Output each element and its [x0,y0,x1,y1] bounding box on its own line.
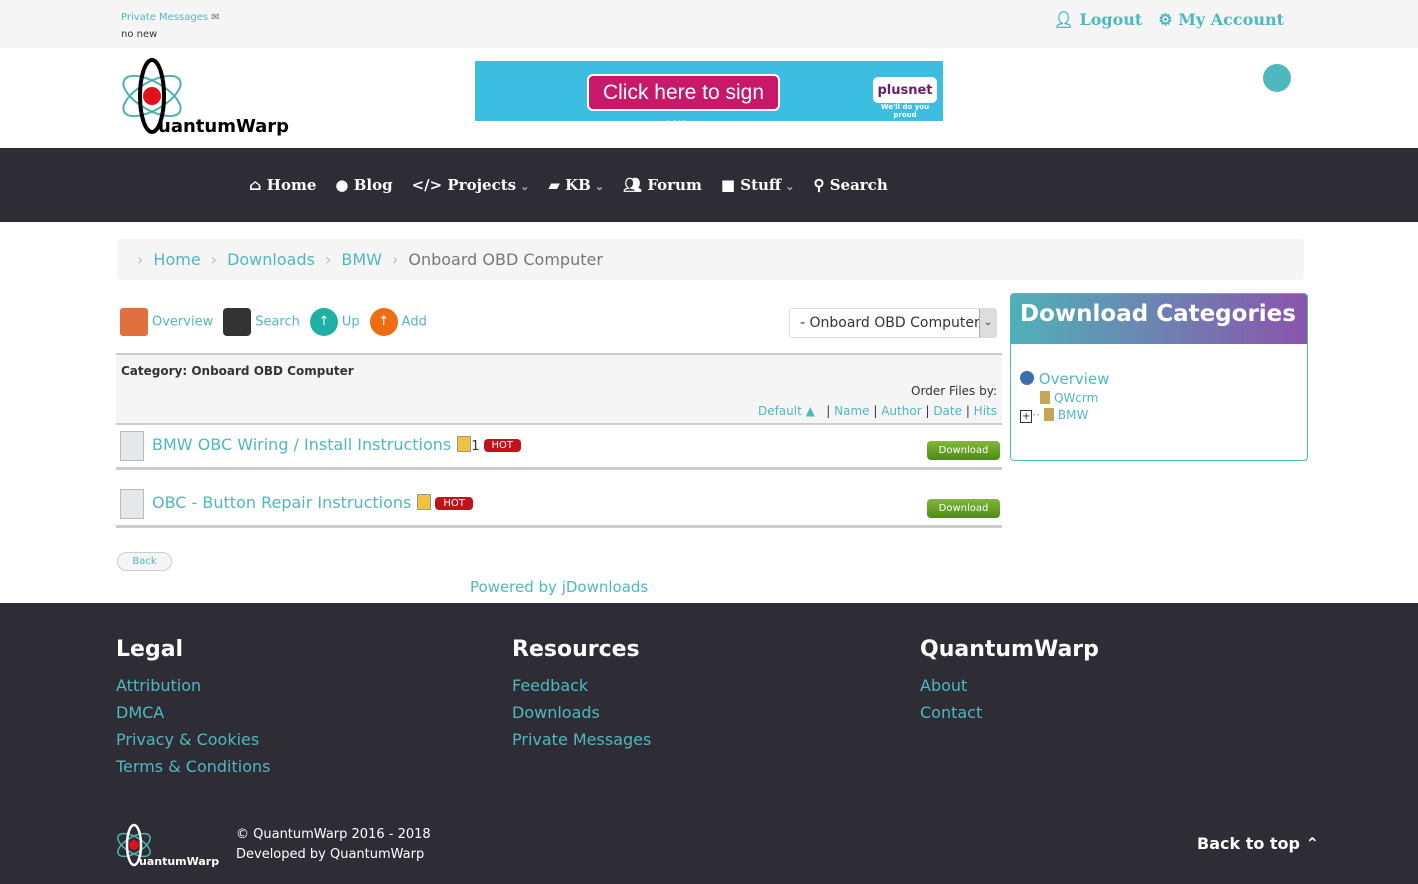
footer-link[interactable]: Private Messages [512,730,651,749]
book-icon: ▰ [548,176,560,194]
download-toolbar: Overview Search ↑ Up ↑ Add [120,308,427,336]
signup-button[interactable]: Click here to sign up › [587,74,780,137]
users-icon: 👥︎ [623,176,643,194]
home-icon: ⌂ [249,176,262,194]
file-link[interactable]: OBC - Button Repair Instructions [152,493,411,512]
download-button[interactable]: Download [927,441,1000,460]
envelope-icon: ✉ [211,12,220,23]
developed-by: Developed by QuantumWarp [236,847,425,862]
category-header: Category: Onboard OBD Computer Order Fil… [116,353,1002,425]
back-button[interactable]: Back [117,552,172,571]
nav-forum[interactable]: 👥︎ Forum [623,176,702,194]
file-row: OBC - Button Repair Instructions HOT Down… [116,483,1002,528]
file-link[interactable]: BMW OBC Wiring / Install Instructions [152,435,451,454]
nav-stuff[interactable]: ■ Stuff ⌄ [721,176,795,194]
code-icon: </> [411,176,443,194]
top-bar: Private Messages ✉ no new 👤︎ Logout ⚙ My… [0,0,1418,48]
sort-options: Default ▲ | Name | Author | Date | Hits [757,404,997,418]
binoculars-icon [223,308,252,336]
up-arrow-icon: ↑ [309,308,338,336]
expand-icon[interactable]: + [1020,410,1033,423]
panel-title: Download Categories [1011,294,1307,344]
chevron-down-icon: ⌄ [785,180,795,193]
chevron-down-icon: ⌄ [594,180,605,193]
footer-logo: uantumWarp [115,823,225,869]
breadcrumb-home[interactable]: Home [153,250,200,269]
footer-link[interactable]: Contact [920,703,982,722]
add-button[interactable]: ↑ Add [369,308,427,336]
chevron-right-icon: › [137,250,144,269]
hot-badge: HOT [435,497,473,510]
comment-icon: ● [335,176,349,194]
file-row: BMW OBC Wiring / Install Instructions 1 HO… [116,425,1002,470]
chevron-up-icon: ⌃ [1305,834,1319,853]
search-icon: ⚲ [813,176,825,194]
gear-icon: ⚙ [1158,10,1173,29]
footer-link[interactable]: Downloads [512,703,600,722]
site-logo[interactable]: uantumWarp [118,58,308,138]
folder-icon [1040,391,1050,404]
footer-link[interactable]: DMCA [116,703,164,722]
download-button[interactable]: Download [927,499,1000,518]
up-button[interactable]: ↑ Up [309,308,360,336]
sort-hits[interactable]: Hits [974,404,997,418]
footer-link[interactable]: Terms & Conditions [116,757,270,776]
download-categories-panel: Download Categories Overview QWcrm + ·· B… [1010,293,1308,461]
my-account-link[interactable]: ⚙ My Account [1158,10,1284,29]
overview-button[interactable]: Overview [120,308,213,336]
nav-home[interactable]: ⌂ Home [249,176,316,194]
user-icon: 👤︎ [1053,10,1074,29]
globe-icon [1020,371,1034,385]
chevron-down-icon: ⌄ [520,180,530,193]
footer: Legal Attribution DMCA Privacy & Cookies… [0,603,1418,884]
edit-icon [457,436,472,452]
plusnet-logo: plusnet We'll do you proud [873,69,937,119]
main-nav: ⌂ Home ● Blog </> Projects ⌄ ▰ KB ⌄ 👥︎ For… [0,148,1418,222]
nav-search[interactable]: ⚲ Search [813,176,887,194]
breadcrumb: › Home › Downloads › BMW › Onboard OBD C… [117,239,1304,280]
footer-link[interactable]: Privacy & Cookies [116,730,259,749]
sort-date[interactable]: Date [933,404,962,418]
nav-kb[interactable]: ▰ KB ⌄ [548,176,604,194]
folder-icon [1043,408,1054,421]
breadcrumb-bmw[interactable]: BMW [341,250,382,269]
sort-default[interactable]: Default ▲ [758,404,815,418]
footer-link[interactable]: Feedback [512,676,588,695]
tree-item-qwcrm[interactable]: QWcrm [1040,391,1098,405]
powered-by-link[interactable]: Powered by jDownloads [470,578,648,596]
nav-projects[interactable]: </> Projects ⌄ [412,176,530,194]
search-button[interactable]: Search [223,308,300,336]
edit-icon [417,494,432,510]
home-icon [120,308,148,336]
category-select[interactable]: - Onboard OBD Computer ⌄ [789,308,997,338]
back-to-top-link[interactable]: Back to top ⌃ [1197,834,1319,853]
logout-link[interactable]: 👤︎ Logout [1054,10,1143,29]
file-icon [120,489,144,519]
pm-status: no new [121,29,158,40]
chevron-down-icon: ⌄ [979,309,996,337]
github-icon[interactable] [1263,64,1291,92]
footer-link[interactable]: Attribution [116,676,201,695]
breadcrumb-current: Onboard OBD Computer [408,250,603,269]
svg-text:uantumWarp: uantumWarp [158,116,289,137]
svg-text:uantumWarp: uantumWarp [139,855,219,868]
folder-icon: ■ [720,176,736,194]
sort-author[interactable]: Author [881,404,921,418]
copyright: © QuantumWarp 2016 - 2018 [236,827,431,842]
hot-badge: HOT [483,439,522,452]
file-icon [120,431,144,461]
sort-name[interactable]: Name [834,404,869,418]
add-arrow-icon: ↑ [369,308,398,336]
private-messages-link[interactable]: Private Messages ✉ [121,12,220,23]
breadcrumb-downloads[interactable]: Downloads [227,250,315,269]
plusnet-ad-banner[interactable]: Click here to sign up › plusnet We'll do… [475,61,943,137]
footer-link[interactable]: About [920,676,967,695]
category-title: Category: Onboard OBD Computer [121,364,354,378]
tree-overview[interactable]: Overview [1020,370,1109,388]
tree-item-bmw[interactable]: BMW [1043,408,1088,422]
nav-blog[interactable]: ● Blog [335,176,392,194]
